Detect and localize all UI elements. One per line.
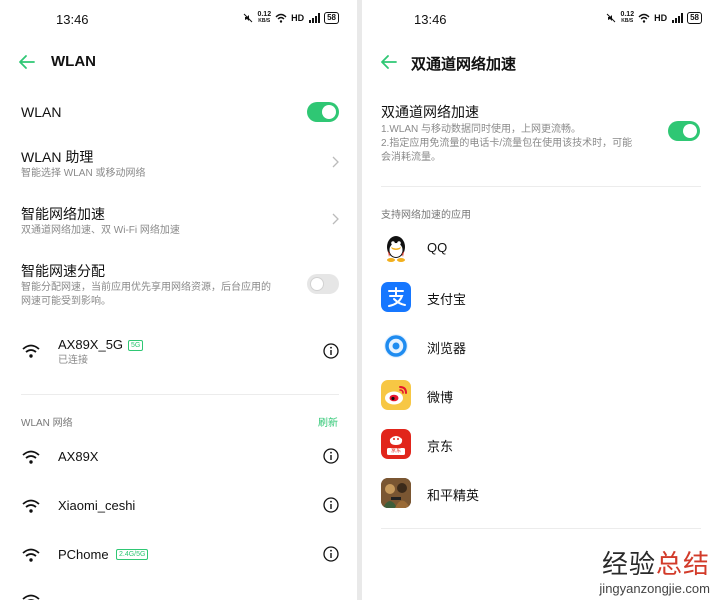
wifi-icon <box>22 594 40 600</box>
dual-channel-desc-2: 2.指定应用免流量的电话卡/流量包在使用该技术时，可能 <box>381 138 633 149</box>
smart-alloc-toggle[interactable] <box>307 274 339 294</box>
back-arrow-icon[interactable] <box>380 54 398 70</box>
refresh-button[interactable]: 刷新 <box>318 414 338 429</box>
app-name: 浏览器 <box>427 341 467 356</box>
divider <box>21 394 339 395</box>
smart-accel-title: 智能网络加速 <box>21 206 105 222</box>
signal-icon <box>309 13 321 23</box>
weibo-icon <box>381 380 411 410</box>
chevron-right-icon <box>332 213 339 225</box>
watermark: 经验总结 jingyanzongjie.com <box>599 544 710 596</box>
wifi-status-icon <box>638 13 650 23</box>
wifi-icon <box>22 548 40 562</box>
wlan-toggle[interactable] <box>307 102 339 122</box>
band-badge: 2.4G/5G <box>116 549 149 560</box>
page-title: WLAN <box>51 53 96 70</box>
wifi-status-icon <box>275 13 287 23</box>
browser-icon <box>381 331 411 361</box>
band-badge: 5G <box>128 340 144 351</box>
wifi-icon <box>22 344 40 358</box>
wlan-assistant-title: WLAN 助理 <box>21 149 94 165</box>
watermark-text-b: 总结 <box>655 549 710 579</box>
battery-indicator: 58 <box>324 12 339 24</box>
connected-network-name: AX89X_5G <box>58 337 124 352</box>
jd-icon: 京东 <box>381 429 411 459</box>
wifi-icon <box>22 450 40 464</box>
info-icon[interactable] <box>323 497 339 513</box>
dual-channel-toggle[interactable] <box>668 121 700 141</box>
app-name: 京东 <box>427 439 454 454</box>
network-name: AX89X <box>58 449 99 464</box>
wifi-icon <box>22 499 40 513</box>
chevron-right-icon <box>332 156 339 168</box>
app-name: 微博 <box>427 390 454 405</box>
page-header: 双通道网络加速 <box>362 46 720 78</box>
mute-icon <box>607 13 616 23</box>
network-name: Xiaomi_ceshi <box>58 498 136 513</box>
net-speed: 0.12 KB/S <box>257 11 272 24</box>
mute-icon <box>244 13 253 23</box>
supported-apps-header: 支持网络加速的应用 <box>381 210 471 221</box>
signal-icon <box>672 13 684 23</box>
watermark-url: jingyanzongjie.com <box>599 581 710 596</box>
status-bar: 13:46 0.12 KB/S HD 58 <box>0 0 357 40</box>
app-name: 和平精英 <box>427 488 480 503</box>
status-icons: 0.12 KB/S HD 58 <box>606 11 702 25</box>
divider <box>381 186 701 187</box>
smart-alloc-subtitle-2: 网速可能受到影响。 <box>21 296 111 307</box>
page-header: WLAN <box>0 46 357 78</box>
dual-channel-desc-3: 会消耗流量。 <box>381 152 441 163</box>
info-icon[interactable] <box>323 343 339 359</box>
smart-alloc-title: 智能网速分配 <box>21 263 105 279</box>
app-name: QQ <box>427 240 448 255</box>
wlan-toggle-label: WLAN <box>21 104 62 120</box>
dual-channel-desc-1: 1.WLAN 与移动数据同时使用，上网更流畅。 <box>381 124 582 135</box>
info-icon[interactable] <box>323 546 339 562</box>
divider <box>381 528 701 529</box>
wlan-settings-screen: 13:46 0.12 KB/S HD 58 WLAN WLAN WLAN 助理 智… <box>0 0 357 600</box>
dual-channel-accel-screen: 13:46 0.12 KB/S HD 58 双通道网络加速 双通道网络加速 1.W… <box>362 0 720 600</box>
dual-channel-title: 双通道网络加速 <box>381 104 479 120</box>
alipay-icon <box>381 282 411 312</box>
watermark-text-a: 经验 <box>601 549 656 579</box>
status-bar: 13:46 0.12 KB/S HD 58 <box>362 0 720 40</box>
connected-status: 已连接 <box>58 355 88 366</box>
qq-icon <box>381 233 411 263</box>
jd-icon-label: 京东 <box>390 448 401 454</box>
smart-accel-subtitle: 双通道网络加速、双 Wi-Fi 网络加速 <box>21 225 180 236</box>
back-arrow-icon[interactable] <box>18 54 36 70</box>
hd-indicator: HD <box>654 13 668 23</box>
net-speed: 0.12 KB/S <box>620 11 635 24</box>
battery-indicator: 58 <box>687 12 702 24</box>
network-name: PChome <box>58 547 109 562</box>
status-time: 13:46 <box>56 12 89 27</box>
page-title: 双通道网络加速 <box>411 56 517 73</box>
status-time: 13:46 <box>414 12 447 27</box>
status-icons: 0.12 KB/S HD 58 <box>243 11 339 25</box>
info-icon[interactable] <box>323 448 339 464</box>
wlan-networks-header: WLAN 网络 <box>21 418 73 429</box>
hd-indicator: HD <box>291 13 305 23</box>
smart-alloc-subtitle-1: 智能分配网速，当前应用优先享用网络资源，后台应用的 <box>21 282 271 293</box>
game-icon <box>381 478 411 508</box>
wlan-assistant-subtitle: 智能选择 WLAN 或移动网络 <box>21 168 146 179</box>
app-name: 支付宝 <box>427 292 467 307</box>
